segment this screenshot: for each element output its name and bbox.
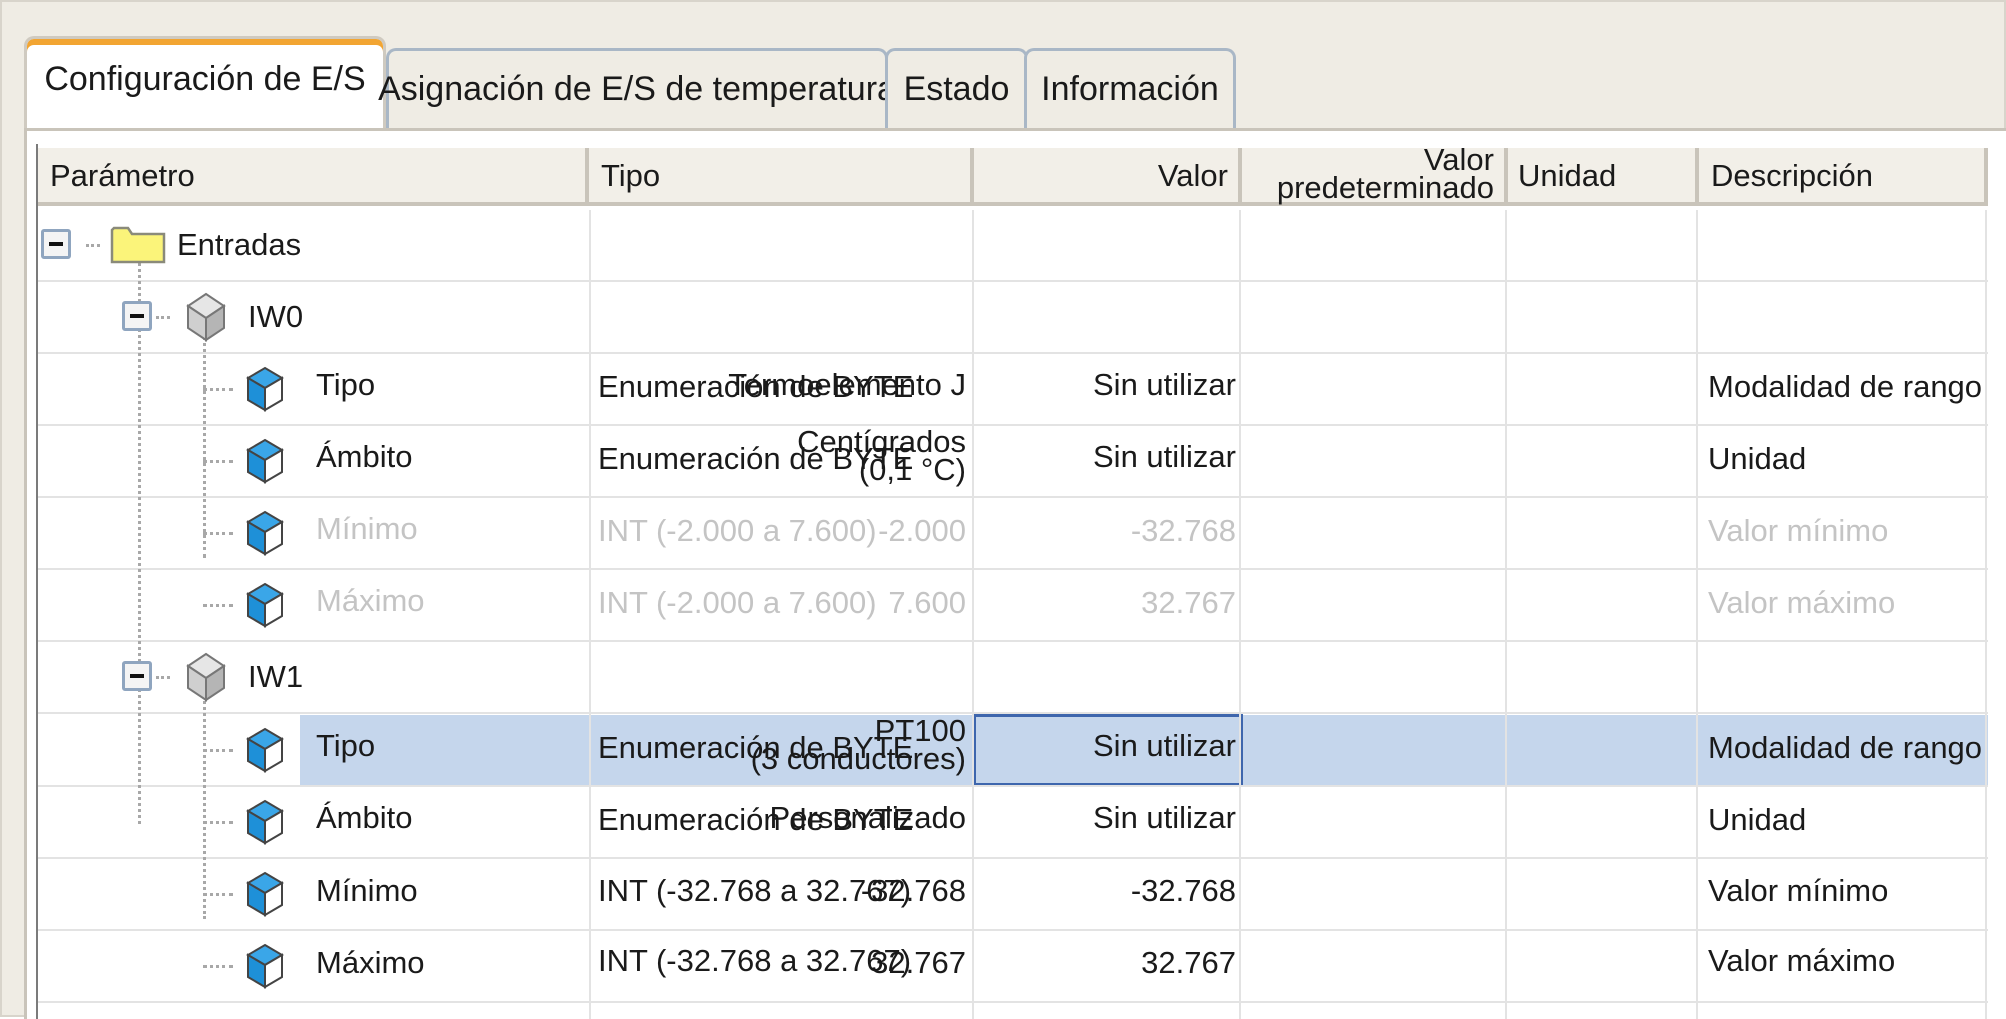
collapse-entradas-button[interactable] (41, 229, 71, 259)
param-name[interactable]: Tipo (316, 368, 375, 401)
param-description: Valor mínimo (1708, 513, 1889, 548)
parameter-cube-icon (246, 582, 284, 628)
column-header-tipo[interactable]: Tipo (589, 148, 974, 206)
tab-configuracion-es[interactable]: Configuración de E/S (24, 36, 386, 130)
param-description: Unidad (1708, 441, 1807, 476)
param-name[interactable]: Ámbito (316, 801, 412, 834)
param-name: Máximo (316, 583, 425, 618)
param-name[interactable]: Tipo (316, 729, 375, 762)
column-header-valor-predeterminado[interactable]: Valor predeterminado (1242, 144, 1508, 206)
collapse-iw1-button[interactable] (122, 661, 152, 691)
param-value[interactable]: Personalizado (770, 801, 966, 834)
tab-label: Configuración de E/S (44, 59, 366, 98)
param-name[interactable]: Mínimo (316, 874, 418, 907)
tab-label: Estado (903, 69, 1010, 108)
param-default: Sin utilizar (1093, 439, 1236, 474)
param-default: 32.767 (1141, 585, 1236, 620)
param-default: Sin utilizar (1093, 728, 1236, 763)
param-type: INT (-2.000 a 7.600) (598, 585, 877, 620)
param-value: 7.600 (888, 585, 966, 620)
param-name[interactable]: Ámbito (316, 440, 412, 473)
collapse-iw0-button[interactable] (122, 301, 152, 331)
parameter-cube-icon (246, 943, 284, 989)
param-description: Modalidad de rango (1708, 369, 1983, 404)
tab-estado[interactable]: Estado (885, 48, 1028, 130)
param-value[interactable]: -32.768 (861, 874, 966, 907)
tree-group-label[interactable]: IW0 (248, 300, 303, 333)
tab-label: Información (1041, 69, 1219, 108)
param-value[interactable]: Termoelemento J (728, 368, 966, 401)
param-default: 32.767 (1141, 945, 1236, 980)
cube-gray-icon (186, 292, 226, 342)
io-configuration-window: Configuración de E/S Asignación de E/S d… (0, 0, 2006, 1019)
param-default: Sin utilizar (1093, 367, 1236, 402)
param-description: Valor mínimo (1708, 873, 1889, 908)
column-header-parametro[interactable]: Parámetro (38, 148, 589, 206)
tree-root-label[interactable]: Entradas (177, 228, 301, 261)
param-default: -32.768 (1130, 513, 1236, 548)
parameter-cube-icon (246, 799, 284, 845)
param-name[interactable]: Máximo (316, 946, 425, 979)
parameter-cube-icon (246, 438, 284, 484)
param-value-line2: (3 conductores) (750, 741, 966, 776)
param-default: Sin utilizar (1093, 800, 1236, 835)
tab-informacion[interactable]: Información (1024, 48, 1236, 130)
parameter-cube-icon (246, 510, 284, 556)
cube-gray-icon (186, 652, 226, 702)
param-type: INT (-2.000 a 7.600) (598, 513, 877, 548)
column-header-valor[interactable]: Valor (974, 148, 1242, 206)
tree-group-label[interactable]: IW1 (248, 660, 303, 693)
param-description: Valor máximo (1708, 943, 1896, 978)
tab-label: Asignación de E/S de temperatura (378, 69, 896, 108)
parameter-grid: Parámetro Tipo Valor Valor predeterminad… (36, 144, 1988, 1019)
param-value-line2: (0,1 °C) (858, 452, 966, 487)
parameter-cube-icon (246, 366, 284, 412)
param-value: -2.000 (878, 513, 966, 548)
folder-icon (110, 226, 166, 264)
param-value[interactable]: 32.767 (871, 946, 966, 979)
param-description: Modalidad de rango (1708, 730, 1983, 765)
column-header-unidad[interactable]: Unidad (1508, 148, 1699, 206)
param-type: INT (-32.768 a 32.767) (598, 943, 912, 978)
param-description: Valor máximo (1708, 585, 1896, 620)
parameter-cube-icon (246, 727, 284, 773)
tab-asignacion-temperatura[interactable]: Asignación de E/S de temperatura (378, 48, 896, 130)
parameter-cube-icon (246, 871, 284, 917)
param-default: -32.768 (1130, 873, 1236, 908)
param-description: Unidad (1708, 802, 1807, 837)
param-name: Mínimo (316, 511, 418, 546)
column-header-descripcion[interactable]: Descripción (1699, 148, 1988, 206)
